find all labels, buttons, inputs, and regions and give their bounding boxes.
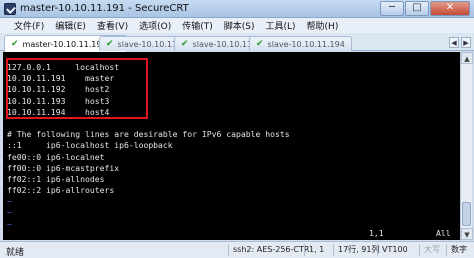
terminal-empty-line: ~: [7, 196, 12, 207]
title-bar: master-10.10.11.191 - SecureCRT ─ □ ✕: [0, 0, 474, 18]
tab-label: master-10.10.11.191: [22, 39, 107, 49]
status-bar: 就绪 ssh2: AES-256-CTR 1, 1 17行, 91列 VT100…: [0, 241, 474, 258]
tab-slave-194[interactable]: ✔ slave-10.10.11.194: [249, 36, 352, 51]
connected-check-icon: ✔: [106, 39, 114, 49]
menu-help[interactable]: 帮助(H): [307, 19, 339, 32]
status-terminal-type: VT100: [377, 244, 408, 256]
maximize-button[interactable]: □: [405, 1, 429, 16]
status-protocol: ssh2: AES-256-CTR: [228, 244, 309, 256]
menu-tools[interactable]: 工具(L): [266, 19, 296, 32]
menu-edit[interactable]: 编辑(E): [55, 19, 86, 32]
terminal-empty-line: ~: [7, 218, 12, 229]
terminal-line: ff02::1 ip6-allnodes: [7, 173, 105, 184]
terminal-scrollbar[interactable]: ▲ ▼: [460, 52, 473, 240]
terminal-line: ::1 ip6-localhost ip6-loopback: [7, 140, 173, 151]
tab-scroll-arrows: ◀ ▶: [449, 37, 471, 48]
menu-transfer[interactable]: 传输(T): [182, 19, 213, 32]
terminal-line: # The following lines are desirable for …: [7, 129, 290, 140]
connected-check-icon: ✔: [181, 39, 189, 49]
vim-cursor-position: 1,1: [369, 228, 384, 238]
menu-options[interactable]: 选项(O): [139, 19, 171, 32]
terminal-empty-line: ~: [7, 207, 12, 218]
close-button[interactable]: ✕: [430, 1, 470, 16]
securecrt-app-icon: [4, 3, 16, 15]
vim-scroll-indicator: All: [436, 228, 451, 238]
menu-file[interactable]: 文件(F): [14, 19, 44, 32]
scroll-down-icon[interactable]: ▼: [461, 228, 473, 240]
status-ready: 就绪: [6, 248, 25, 258]
window-title: master-10.10.11.191 - SecureCRT: [20, 3, 189, 14]
connected-check-icon: ✔: [256, 39, 264, 49]
status-num: 数字: [446, 244, 467, 256]
terminal-line: ff00::0 ip6-mcastprefix: [7, 162, 120, 173]
status-size: 17行, 91列: [333, 244, 379, 256]
scroll-up-icon[interactable]: ▲: [461, 52, 473, 64]
terminal-line: fe00::0 ip6-localnet: [7, 151, 105, 162]
menu-script[interactable]: 脚本(S): [224, 19, 255, 32]
tab-scroll-right-icon[interactable]: ▶: [461, 37, 471, 48]
hosts-highlight-box: [6, 58, 148, 119]
tab-label: slave-10.10.11.194: [267, 39, 345, 49]
status-cursor: 1, 1: [304, 244, 324, 256]
scroll-thumb[interactable]: [462, 202, 471, 226]
terminal-screen[interactable]: 127.0.0.1 localhost 10.10.11.191 master …: [3, 52, 460, 240]
status-caps: 大写: [419, 244, 440, 256]
minimize-button[interactable]: ─: [380, 1, 404, 16]
connected-check-icon: ✔: [11, 39, 19, 49]
terminal-line: ff02::2 ip6-allrouters: [7, 185, 115, 196]
window-controls: ─ □ ✕: [380, 1, 470, 16]
menu-view[interactable]: 查看(V): [97, 19, 128, 32]
menu-bar: 文件(F) 编辑(E) 查看(V) 选项(O) 传输(T) 脚本(S) 工具(L…: [0, 18, 474, 33]
session-tab-bar: ✔ master-10.10.11.191 × ✔ slave-10.10.11…: [0, 33, 474, 52]
tab-scroll-left-icon[interactable]: ◀: [449, 37, 459, 48]
